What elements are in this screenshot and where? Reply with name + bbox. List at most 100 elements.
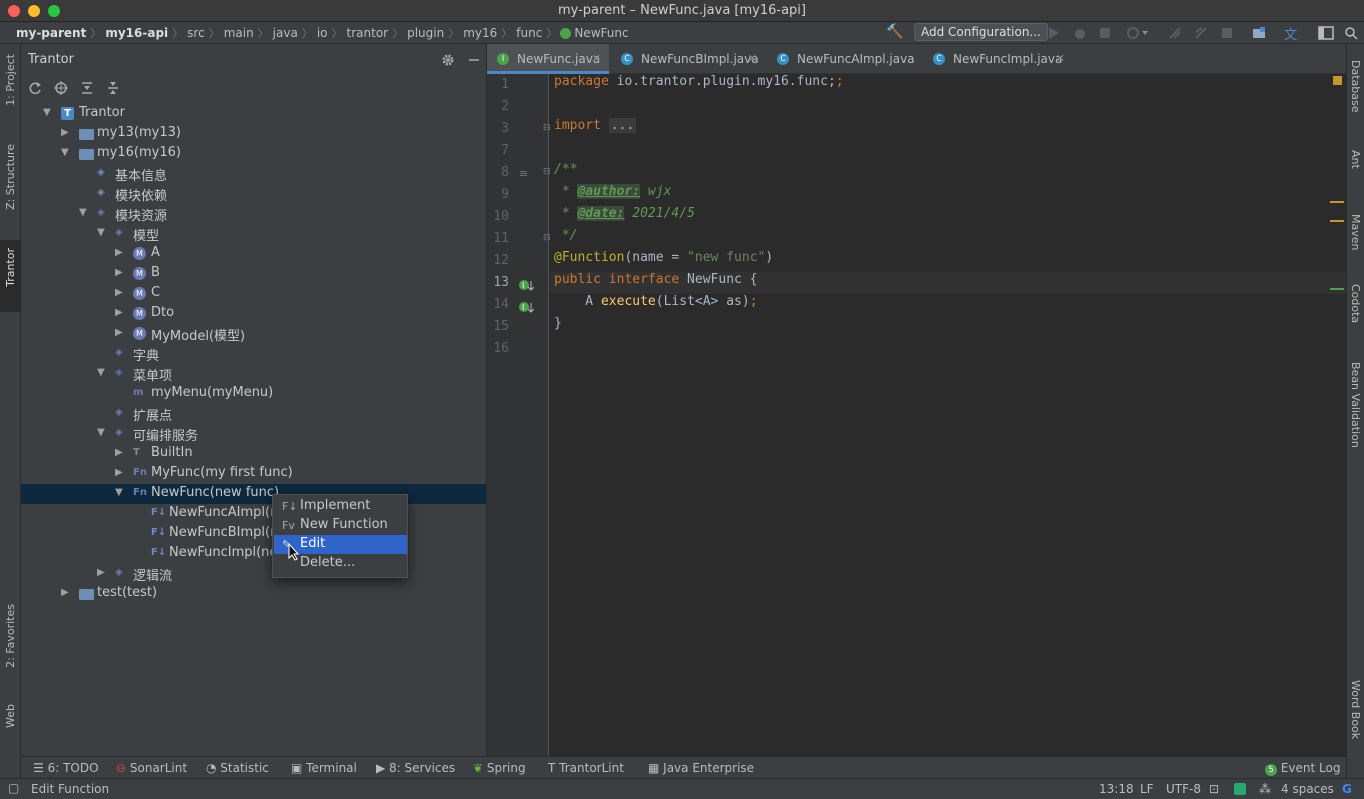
close-tab-icon[interactable]: ✕ — [1056, 52, 1065, 65]
tree-node[interactable]: F↓ NewFuncImpl(new — [21, 544, 486, 564]
collapse-arrow-icon[interactable]: ▶ — [115, 287, 123, 298]
breadcrumb-item[interactable]: my16-api — [101, 26, 172, 40]
breadcrumb-item[interactable]: src — [183, 26, 209, 40]
tab-word-book[interactable]: Word Book — [1349, 680, 1362, 739]
attach-icon[interactable] — [1168, 26, 1182, 44]
tree-node[interactable]: ▶ ◈ 逻辑流 — [21, 564, 486, 584]
tab-database[interactable]: Database — [1349, 60, 1362, 113]
run-icon[interactable] — [1048, 26, 1060, 44]
collapse-arrow-icon[interactable]: ▶ — [115, 267, 123, 278]
coverage-icon[interactable] — [1098, 26, 1112, 44]
close-tab-icon[interactable]: ✕ — [748, 52, 757, 65]
git-icon[interactable]: ⁂ — [1259, 782, 1271, 796]
expand-arrow-icon[interactable]: ▼ — [61, 147, 69, 158]
indent-setting[interactable]: 4 spaces — [1281, 782, 1334, 796]
line-separator[interactable]: LF — [1140, 782, 1154, 796]
tree-node[interactable]: ▼ T Trantor — [21, 104, 486, 124]
tab-maven[interactable]: Maven — [1349, 214, 1362, 250]
tree-node[interactable]: ◈ 基本信息 — [21, 164, 486, 184]
tab-event-log[interactable]: 5 Event Log — [1265, 761, 1340, 776]
implemented-icon[interactable]: I — [518, 278, 534, 292]
warning-marker[interactable] — [1333, 76, 1342, 85]
tree-node[interactable]: ▼ ◈ 可编排服务 — [21, 424, 486, 444]
stop-icon[interactable] — [1220, 26, 1234, 44]
lock-icon[interactable]: ⊡ — [1209, 782, 1219, 796]
tab-trantorlint[interactable]: T TrantorLint — [548, 761, 624, 775]
tree-node[interactable]: ▼ my16(my16) — [21, 144, 486, 164]
breadcrumb-item[interactable]: my16 — [459, 26, 501, 40]
collapse-arrow-icon[interactable]: ▶ — [115, 447, 123, 458]
tab-java-enterprise[interactable]: ▦ Java Enterprise — [648, 761, 754, 775]
tab-favorites[interactable]: 2: Favorites — [4, 604, 17, 668]
tab-structure[interactable]: Z: Structure — [4, 144, 17, 210]
close-tab-icon[interactable]: ✕ — [592, 52, 601, 65]
tree-node[interactable]: ▶ M B — [21, 264, 486, 284]
expand-all-icon[interactable] — [80, 81, 94, 95]
expand-arrow-icon[interactable]: ▼ — [97, 227, 105, 238]
tree-node[interactable]: ▶ M C — [21, 284, 486, 304]
expand-arrow-icon[interactable]: ▼ — [115, 487, 123, 498]
breadcrumb-item[interactable]: plugin — [403, 26, 448, 40]
breadcrumb-item[interactable]: NewFunc — [574, 26, 632, 40]
tab-project[interactable]: 1: Project — [4, 54, 17, 106]
breadcrumb-item[interactable]: main — [220, 26, 258, 40]
collapse-arrow-icon[interactable]: ▶ — [115, 467, 123, 478]
tree-node[interactable]: ◈ 扩展点 — [21, 404, 486, 424]
collapse-arrow-icon[interactable]: ▶ — [115, 247, 123, 258]
editor-tab-newfuncimpl[interactable]: C NewFuncImpl.java ✕ — [923, 44, 1073, 74]
breadcrumb-item[interactable]: trantor — [343, 26, 393, 40]
google-icon[interactable]: G — [1342, 782, 1352, 796]
error-stripe[interactable] — [1330, 201, 1344, 203]
tree-node[interactable]: ▶ test(test) — [21, 584, 486, 604]
breadcrumb-item[interactable]: io — [313, 26, 332, 40]
breadcrumb-item[interactable]: java — [269, 26, 302, 40]
collapse-arrow-icon[interactable]: ▶ — [115, 307, 123, 318]
gear-icon[interactable] — [441, 53, 455, 67]
editor-tab-newfuncbimpl[interactable]: C NewFuncBImpl.java ✕ — [611, 44, 765, 74]
project-structure-icon[interactable] — [1252, 26, 1266, 44]
expand-arrow-icon[interactable]: ▼ — [43, 107, 51, 118]
collapse-arrow-icon[interactable]: ▶ — [97, 567, 105, 578]
layout-icon[interactable] — [1318, 26, 1334, 44]
translate-icon[interactable]: 文 — [1284, 24, 1297, 43]
tab-statistic[interactable]: ◔ Statistic — [206, 761, 269, 775]
tab-terminal[interactable]: ▣ Terminal — [291, 761, 357, 775]
tree-node[interactable]: ▼ ◈ 模型 — [21, 224, 486, 244]
breadcrumb-item[interactable]: func — [512, 26, 546, 40]
editor-tab-newfunc[interactable]: I NewFunc.java ✕ — [487, 44, 609, 74]
collapse-arrow-icon[interactable]: ▶ — [61, 127, 69, 138]
search-icon[interactable] — [1344, 26, 1358, 44]
collapse-arrow-icon[interactable]: ▶ — [115, 327, 123, 338]
tree-node[interactable]: ▶ M Dto — [21, 304, 486, 324]
code-area[interactable]: package io.trantor.plugin.my16.func;; im… — [550, 74, 1346, 756]
tree-node[interactable]: ▶ M MyModel(模型) — [21, 324, 486, 344]
menu-item-new-function[interactable]: Fv New Function — [274, 516, 407, 535]
tab-web[interactable]: Web — [4, 704, 17, 728]
tab-spring[interactable]: ❦ Spring — [473, 761, 526, 775]
toggle-tool-windows-icon[interactable]: ▢ — [8, 781, 19, 795]
tree-node[interactable]: ▶ my13(my13) — [21, 124, 486, 144]
build-hammer-icon[interactable]: 🔨 — [886, 24, 903, 42]
tree-node[interactable]: ▶ Fn MyFunc(my first func) — [21, 464, 486, 484]
file-encoding[interactable]: UTF-8 — [1166, 782, 1201, 796]
expand-arrow-icon[interactable]: ▼ — [97, 367, 105, 378]
plugin-status-icon[interactable] — [1234, 783, 1246, 795]
locate-icon[interactable] — [54, 81, 68, 95]
change-stripe[interactable] — [1330, 288, 1344, 290]
menu-item-implement[interactable]: F↓ Implement — [274, 497, 407, 516]
minimize-panel-icon[interactable] — [467, 53, 481, 67]
tab-todo[interactable]: ☰ 6: TODO — [33, 761, 99, 775]
folded-imports[interactable]: ... — [608, 118, 637, 133]
collapse-all-icon[interactable] — [106, 81, 120, 95]
caret-position[interactable]: 13:18 — [1099, 782, 1134, 796]
tab-ant[interactable]: Ant — [1349, 150, 1362, 169]
tree-node[interactable]: F↓ NewFuncAImpl(new — [21, 504, 486, 524]
editor-tab-newfuncaimpl[interactable]: C NewFuncAImpl.java — [767, 44, 919, 74]
collapse-arrow-icon[interactable]: ▶ — [61, 587, 69, 598]
tree-node[interactable]: ◈ 模块依赖 — [21, 184, 486, 204]
add-configuration-button[interactable]: Add Configuration... — [914, 23, 1048, 41]
tab-bean-validation[interactable]: Bean Validation — [1349, 362, 1362, 448]
doc-render-icon[interactable]: ≡ — [519, 167, 528, 180]
reload-icon[interactable] — [1194, 26, 1208, 44]
expand-arrow-icon[interactable]: ▼ — [97, 427, 105, 438]
